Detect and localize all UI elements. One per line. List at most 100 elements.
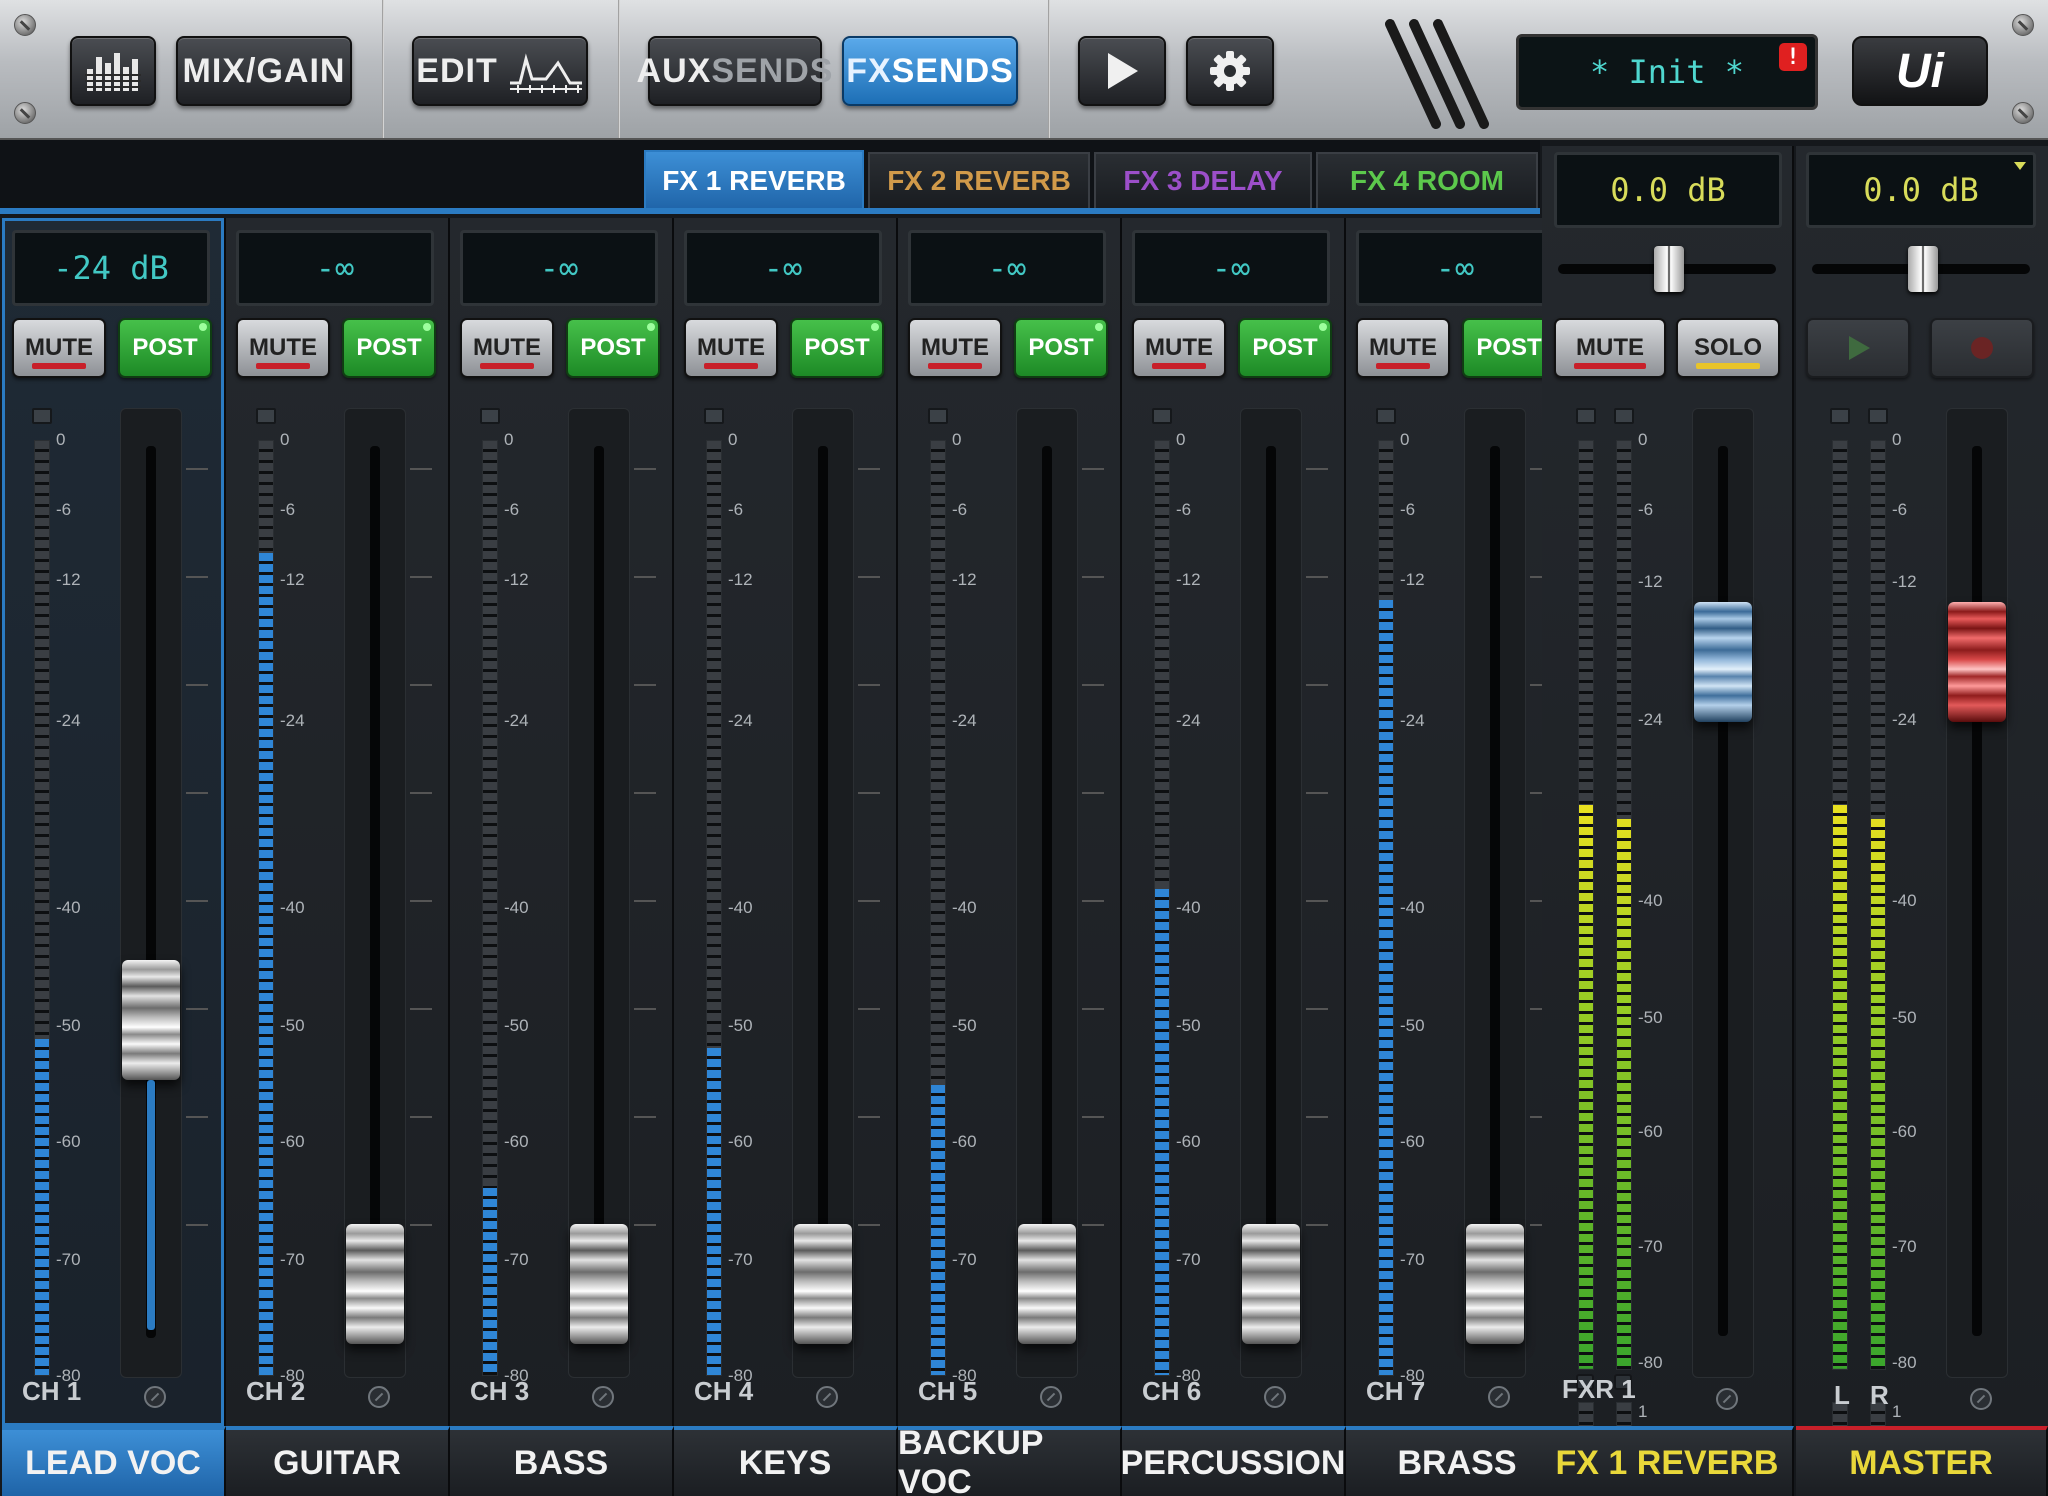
channel-name[interactable]: BASS	[450, 1426, 674, 1496]
link-icon[interactable]	[1264, 1386, 1286, 1408]
channel-name[interactable]: KEYS	[674, 1426, 898, 1496]
post-button[interactable]: POST	[790, 318, 884, 378]
clip-led	[1376, 408, 1396, 424]
master-name[interactable]: MASTER	[1796, 1426, 2048, 1496]
dropdown-arrow-icon	[2014, 162, 2026, 170]
channel-name[interactable]: LEAD VOC	[2, 1426, 226, 1496]
meter-scale: 0 -6 -12 -24 -40 -50 -60 -70 -80	[728, 430, 768, 1385]
fader-ticks	[858, 468, 880, 1328]
scale-label: -24	[1638, 710, 1663, 730]
fx-return-name[interactable]: FX 1 REVERB	[1542, 1426, 1794, 1496]
scale-label: -60	[952, 1132, 977, 1151]
scale-label: -6	[1400, 500, 1416, 520]
scale-label: -70	[504, 1249, 529, 1269]
fader-knob[interactable]	[794, 1224, 852, 1344]
mix-gain-button[interactable]: MIX/GAIN	[176, 36, 352, 106]
scale-label: -12	[1892, 571, 1917, 591]
mute-button[interactable]: MUTE	[908, 318, 1002, 378]
mute-button[interactable]: MUTE	[684, 318, 778, 378]
channel-name[interactable]: GUITAR	[226, 1426, 450, 1496]
channel-name[interactable]: BACKUP VOC	[898, 1424, 1122, 1496]
fx-return-number: FXR 1	[1562, 1374, 1636, 1404]
link-icon[interactable]	[1970, 1388, 1992, 1410]
send-level-display: -∞	[908, 230, 1106, 306]
link-icon[interactable]	[368, 1386, 390, 1408]
link-icon[interactable]	[592, 1386, 614, 1408]
tab-underline	[0, 208, 1540, 214]
channel-number: CH 2	[246, 1376, 306, 1406]
link-icon[interactable]	[144, 1386, 166, 1408]
channel-strip: -∞ MUTE POST 0 -6 -12 -24 -40 -50 -60 -70 -80 CH…	[450, 218, 674, 1426]
master-left-label: L	[1834, 1380, 1850, 1410]
scale-label: -70	[56, 1249, 81, 1269]
master-fader-knob[interactable]	[1948, 602, 2006, 722]
meter-scale: 0 -6 -12 -24 -40 -50 -60 -70 -80	[504, 430, 544, 1385]
tab-fx3-delay[interactable]: FX 3 DELAY	[1094, 152, 1312, 208]
post-button[interactable]: POST	[1238, 318, 1332, 378]
fader-knob[interactable]	[1466, 1224, 1524, 1344]
fader-knob[interactable]	[570, 1224, 628, 1344]
scale-label: -24	[504, 710, 529, 730]
post-button[interactable]: POST	[342, 318, 436, 378]
link-icon[interactable]	[1488, 1386, 1510, 1408]
mute-button[interactable]: MUTE	[1132, 318, 1226, 378]
link-icon[interactable]	[1040, 1386, 1062, 1408]
edit-button[interactable]: EDIT	[412, 36, 588, 106]
tab-fx1-reverb[interactable]: FX 1 REVERB	[644, 150, 864, 210]
fader-knob[interactable]	[1018, 1224, 1076, 1344]
fx-return-solo-button[interactable]: SOLO	[1676, 318, 1780, 378]
master-strip: 0.0 dB 0-6-12-24-40-50-60-70-80 151020 L…	[1796, 146, 2048, 1496]
play-button[interactable]	[1078, 36, 1166, 106]
preset-display[interactable]: * Init * !	[1516, 34, 1818, 110]
master-clip-led-r	[1868, 408, 1888, 424]
scale-label: -12	[280, 570, 305, 590]
mute-button[interactable]: MUTE	[236, 318, 330, 378]
master-play-button[interactable]	[1806, 318, 1910, 378]
scale-label: 0	[280, 430, 290, 449]
channel-strip: -∞ MUTE POST 0 -6 -12 -24 -40 -50 -60 -70 -80 CH…	[898, 218, 1122, 1426]
mute-button[interactable]: MUTE	[1356, 318, 1450, 378]
channel-number: CH 7	[1366, 1376, 1426, 1406]
tab-fx2-reverb[interactable]: FX 2 REVERB	[868, 152, 1090, 208]
mute-button[interactable]: MUTE	[12, 318, 106, 378]
fader-knob[interactable]	[1242, 1224, 1300, 1344]
fader-ticks	[634, 468, 656, 1328]
channel-name[interactable]: BRASS	[1346, 1426, 1570, 1496]
fx-return-fader-knob[interactable]	[1694, 602, 1752, 722]
alert-badge[interactable]: !	[1779, 43, 1807, 71]
fx-return-mute-button[interactable]: MUTE	[1554, 318, 1666, 378]
meter-scale: 0 -6 -12 -24 -40 -50 -60 -70 -80	[952, 430, 992, 1385]
meter-view-button[interactable]	[70, 36, 156, 106]
scale-label: -70	[1400, 1249, 1425, 1269]
send-level-display: -24 dB	[12, 230, 210, 306]
post-button[interactable]: POST	[1014, 318, 1108, 378]
fader-knob[interactable]	[346, 1224, 404, 1344]
link-icon[interactable]	[816, 1386, 838, 1408]
tab-fx4-room[interactable]: FX 4 ROOM	[1316, 152, 1538, 208]
post-button[interactable]: POST	[566, 318, 660, 378]
scale-label: -6	[728, 500, 744, 520]
fx-sends-button[interactable]: FX SENDS	[842, 36, 1018, 106]
scale-label: -50	[1400, 1015, 1425, 1035]
master-meter-right	[1870, 440, 1886, 1370]
scale-label: -12	[1176, 570, 1201, 590]
scale-label: -40	[280, 898, 305, 917]
master-balance-slider[interactable]	[1802, 246, 2040, 292]
scale-label: -70	[280, 1249, 305, 1269]
settings-button[interactable]	[1186, 36, 1274, 106]
scale-label: -70	[728, 1249, 753, 1269]
post-button[interactable]: POST	[118, 318, 212, 378]
fx-return-meter-scale: 0 -6 -12 -24 -40 -50 -60 -70 -80	[1638, 430, 1678, 1372]
aux-sends-button[interactable]: AUX SENDS	[637, 36, 832, 106]
link-icon[interactable]	[1716, 1388, 1738, 1410]
fx-return-balance-slider[interactable]	[1548, 246, 1786, 292]
scale-label: -6	[504, 500, 520, 520]
master-clip-led-l	[1830, 408, 1850, 424]
scale-label: -40	[1638, 891, 1663, 911]
channel-name[interactable]: PERCUSSION	[1121, 1426, 1346, 1496]
ui-logo[interactable]: Ui	[1852, 36, 1988, 106]
mute-button[interactable]: MUTE	[460, 318, 554, 378]
master-record-button[interactable]	[1930, 318, 2034, 378]
fader-knob[interactable]	[122, 960, 180, 1080]
channel-number: CH 1	[22, 1376, 82, 1406]
